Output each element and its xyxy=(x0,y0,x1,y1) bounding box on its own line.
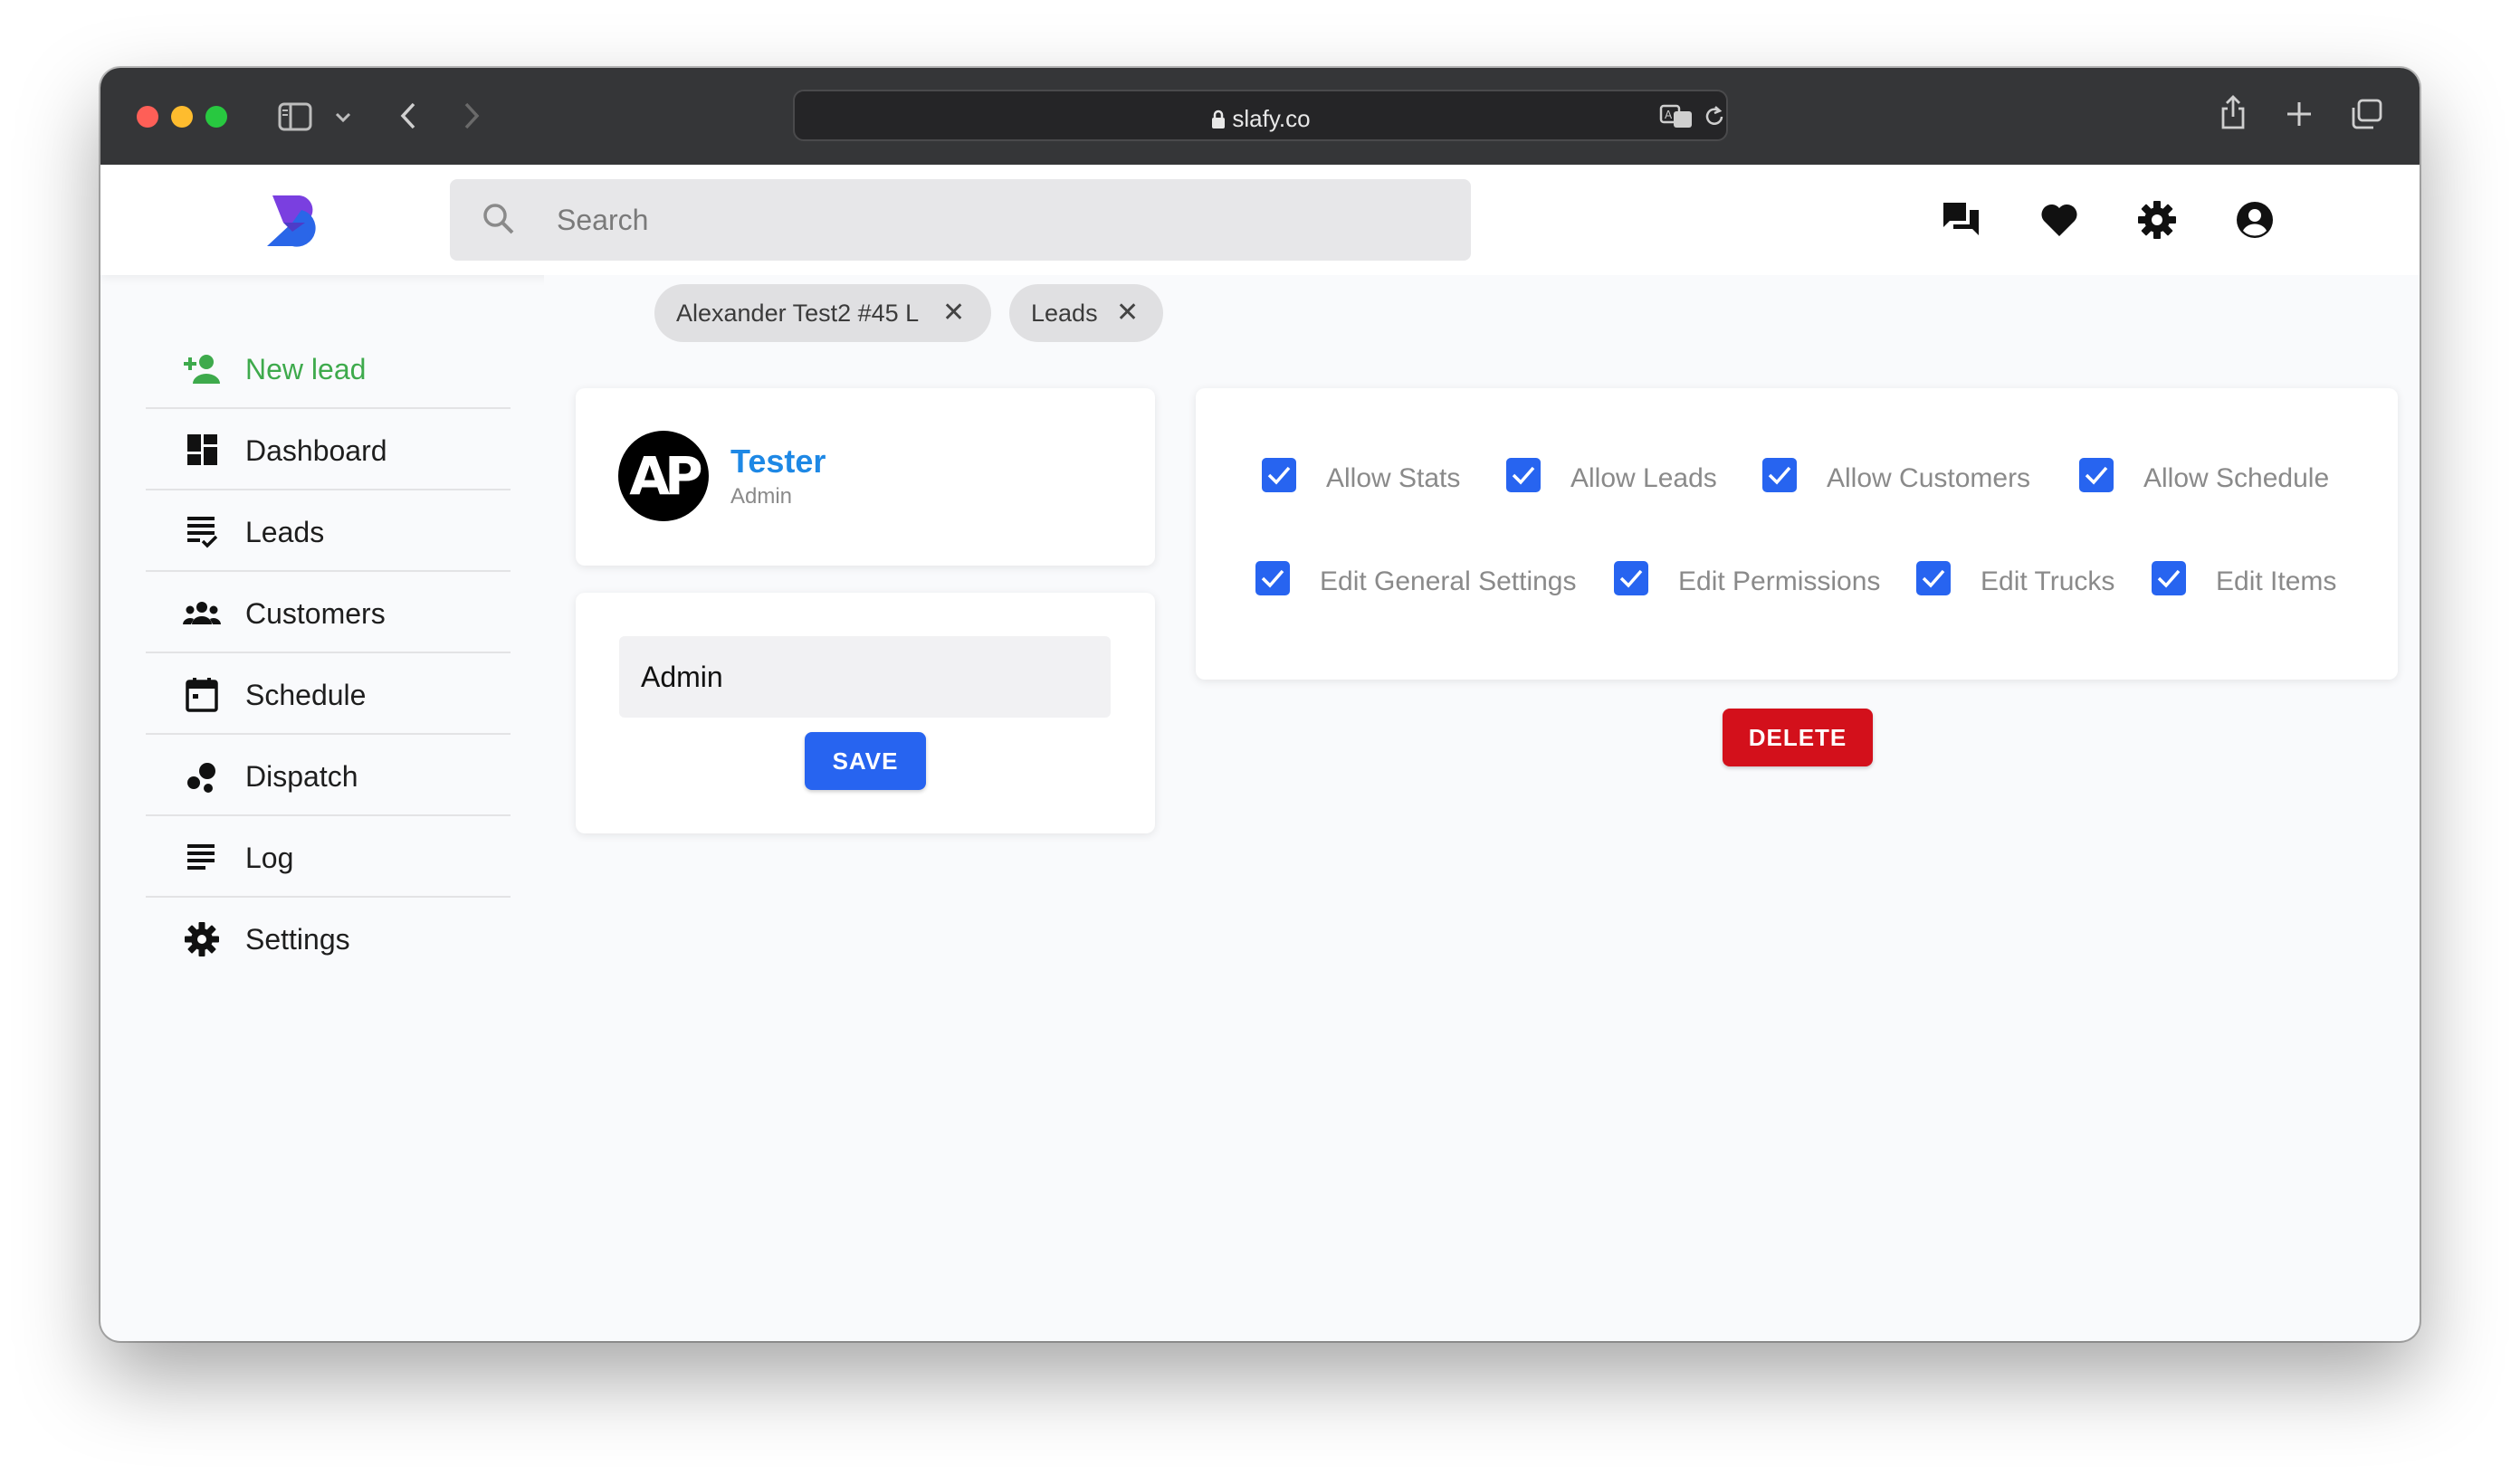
reload-icon[interactable] xyxy=(1703,104,1726,129)
sidebar-item-label: Dispatch xyxy=(245,760,358,793)
tab-label: Leads xyxy=(1031,300,1098,327)
close-window-button[interactable] xyxy=(137,106,158,128)
url-label: slafy.co xyxy=(1232,105,1311,132)
url-text: slafy.co xyxy=(795,105,1726,133)
sidebar-item-leads[interactable]: Leads xyxy=(146,490,511,572)
checkbox-allow-schedule[interactable] xyxy=(2079,458,2114,492)
check-icon xyxy=(1619,569,1643,588)
permission-label: Edit General Settings xyxy=(1320,566,1577,596)
sidebar-item-label: Leads xyxy=(245,516,325,548)
tab-overview-icon[interactable] xyxy=(2351,99,2383,129)
people-icon xyxy=(183,602,221,624)
browser-toolbar: slafy.co A xyxy=(100,68,2420,165)
calendar-icon xyxy=(186,678,218,712)
permission-label: Allow Schedule xyxy=(2143,463,2330,493)
tab-lead-alexander-test2[interactable]: Alexander Test2 #45 L ✕ xyxy=(654,284,991,342)
app-logo[interactable] xyxy=(265,192,323,248)
check-icon xyxy=(1512,466,1535,485)
checkbox-allow-stats[interactable] xyxy=(1262,458,1296,492)
tab-label: Alexander Test2 #45 L xyxy=(676,300,920,327)
chevron-down-icon[interactable] xyxy=(334,111,352,124)
sidebar-item-label: New lead xyxy=(245,353,367,385)
tab-leads[interactable]: Leads ✕ xyxy=(1009,284,1163,342)
save-button[interactable]: SAVE xyxy=(805,732,926,790)
bubbles-icon xyxy=(187,763,215,793)
back-icon[interactable] xyxy=(397,100,419,131)
checkbox-edit-general-settings[interactable] xyxy=(1255,561,1290,595)
role-form-card: SAVE xyxy=(576,593,1155,833)
sidebar-item-dashboard[interactable]: Dashboard xyxy=(146,409,511,490)
sidebar-item-label: Dashboard xyxy=(245,434,387,467)
checkbox-edit-permissions[interactable] xyxy=(1614,561,1648,595)
permission-label: Allow Leads xyxy=(1570,463,1717,493)
user-role: Admin xyxy=(730,484,793,509)
sidebar-item-dispatch[interactable]: Dispatch xyxy=(146,735,511,816)
sidebar-item-settings[interactable]: Settings xyxy=(146,898,511,979)
permission-label: Allow Stats xyxy=(1326,463,1461,493)
sidebar-item-new-lead[interactable]: New lead xyxy=(146,328,511,409)
app-header xyxy=(100,165,2420,275)
checkbox-edit-items[interactable] xyxy=(2152,561,2186,595)
zoom-window-button[interactable] xyxy=(205,106,227,128)
browser-window: slafy.co A Search Alexander Test2 #45 L … xyxy=(100,68,2420,1341)
permission-label: Edit Permissions xyxy=(1678,566,1881,596)
open-tabs-bar: Alexander Test2 #45 L ✕ Leads ✕ xyxy=(544,275,2420,347)
dashboard-icon xyxy=(187,434,217,465)
close-icon[interactable]: ✕ xyxy=(942,300,965,327)
check-icon xyxy=(1267,466,1291,485)
sidebar-item-label: Log xyxy=(245,842,294,874)
forward-icon[interactable] xyxy=(461,100,482,131)
user-name[interactable]: Tester xyxy=(730,442,826,481)
chat-icon[interactable] xyxy=(1941,199,1982,241)
checkbox-allow-customers[interactable] xyxy=(1762,458,1797,492)
check-icon xyxy=(1922,569,1945,588)
svg-text:A: A xyxy=(1665,109,1673,121)
user-card: AP Tester Admin xyxy=(576,388,1155,566)
account-icon[interactable] xyxy=(2234,199,2276,241)
delete-button[interactable]: DELETE xyxy=(1723,709,1873,766)
sidebar-toggle-icon[interactable] xyxy=(278,102,312,131)
sidebar-nav: New lead Dashboard Leads Customers Sched… xyxy=(146,328,511,979)
gear-icon xyxy=(185,922,219,956)
address-bar[interactable]: slafy.co A xyxy=(793,90,1728,141)
search-box[interactable] xyxy=(450,179,1471,261)
check-icon xyxy=(2157,569,2181,588)
role-name-field[interactable] xyxy=(619,636,1111,718)
checklist-icon xyxy=(187,517,218,548)
check-icon xyxy=(1768,466,1791,485)
permission-label: Edit Items xyxy=(2216,566,2337,596)
new-tab-icon[interactable] xyxy=(2286,100,2313,128)
share-icon[interactable] xyxy=(2219,93,2248,131)
avatar: AP xyxy=(618,431,709,521)
person-add-icon xyxy=(184,355,220,384)
sidebar-item-log[interactable]: Log xyxy=(146,816,511,898)
permission-label: Edit Trucks xyxy=(1981,566,2115,596)
sidebar-item-label: Schedule xyxy=(245,679,367,711)
sidebar-item-label: Customers xyxy=(245,597,386,630)
sidebar-item-schedule[interactable]: Schedule xyxy=(146,653,511,735)
lines-icon xyxy=(187,844,215,870)
permissions-card: Allow Stats Allow Leads Allow Customers … xyxy=(1196,388,2398,680)
check-icon xyxy=(2085,466,2108,485)
checkbox-edit-trucks[interactable] xyxy=(1916,561,1951,595)
lock-icon xyxy=(1212,109,1226,128)
gear-icon[interactable] xyxy=(2136,199,2178,241)
checkbox-allow-leads[interactable] xyxy=(1506,458,1541,492)
heart-icon[interactable] xyxy=(2038,199,2080,241)
search-icon xyxy=(483,204,514,234)
minimize-window-button[interactable] xyxy=(171,106,193,128)
sidebar-item-label: Settings xyxy=(245,923,350,956)
permission-label: Allow Customers xyxy=(1827,463,2031,493)
sidebar-item-customers[interactable]: Customers xyxy=(146,572,511,653)
search-input[interactable] xyxy=(557,201,1371,239)
translate-icon[interactable]: A xyxy=(1659,104,1694,129)
check-icon xyxy=(1261,569,1284,588)
close-icon[interactable]: ✕ xyxy=(1116,300,1139,327)
